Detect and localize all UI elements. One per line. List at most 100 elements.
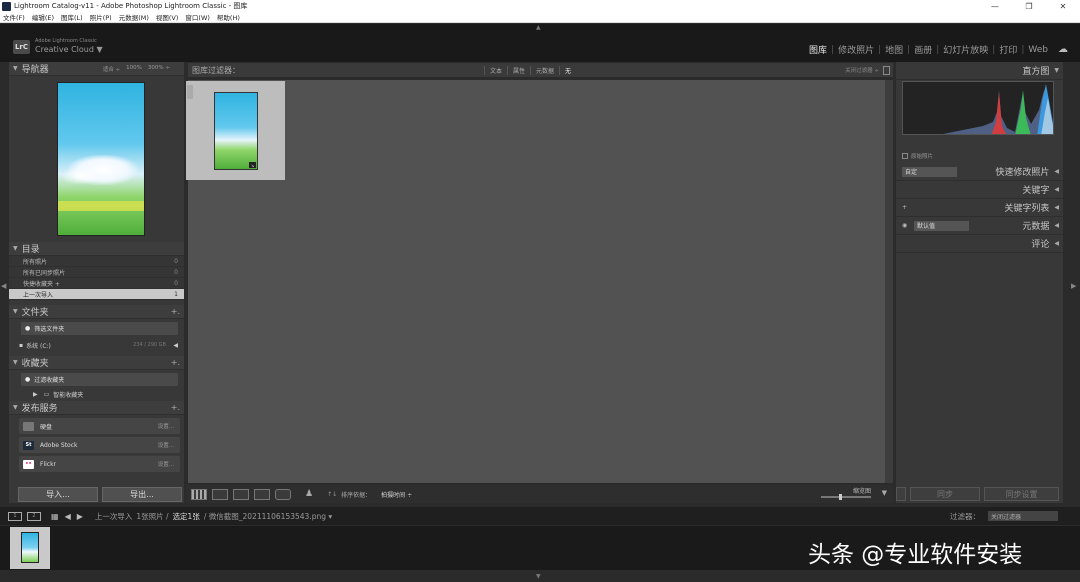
sort-dropdown[interactable]: 拍摄时间 ÷ <box>381 490 412 499</box>
publish-setup-link[interactable]: 设置... <box>158 460 174 468</box>
quick-develop-preset-dropdown[interactable]: 自定 <box>902 166 957 177</box>
publish-setup-link[interactable]: 设置... <box>158 441 174 449</box>
slider-knob[interactable] <box>839 494 842 500</box>
collections-header[interactable]: ▼ 收藏夹 +. <box>9 356 184 370</box>
compare-view-icon[interactable] <box>233 488 249 500</box>
export-button[interactable]: 导出... <box>102 487 182 502</box>
smart-collections-row[interactable]: ▶ ▭ 智能收藏夹 <box>19 388 180 400</box>
close-button[interactable]: ✕ <box>1046 0 1080 12</box>
comments-header[interactable]: 评论 ◀ <box>896 235 1063 253</box>
navigator-header[interactable]: ▼ 导航器 适合 ÷ 100% 300% ÷ <box>9 62 184 76</box>
zoom-100[interactable]: 100% <box>126 65 142 73</box>
thumbnail-size-slider[interactable] <box>821 494 871 500</box>
cloud-sync-icon[interactable]: ☁ <box>1058 44 1068 55</box>
grid-view-icon[interactable] <box>191 488 207 500</box>
breadcrumb-filename[interactable]: / 微信截图_20211106153543.png ▾ <box>204 511 332 522</box>
people-view-icon[interactable] <box>275 488 291 500</box>
menu-library[interactable]: 图库(L) <box>61 12 83 22</box>
filter-text[interactable]: 文本 <box>484 65 507 75</box>
expand-triangle-icon[interactable]: ▶ <box>33 391 38 398</box>
maximize-button[interactable]: ❐ <box>1012 0 1046 12</box>
metadata-header[interactable]: ◉ 默认值 元数据 ◀ <box>896 217 1063 235</box>
breadcrumb-source[interactable]: 上一次导入 <box>95 511 133 522</box>
module-slideshow[interactable]: 幻灯片放映 <box>939 43 992 56</box>
secondary-monitor-icon[interactable]: 2 <box>27 511 41 521</box>
original-photo-toggle[interactable]: 原始照片 <box>902 152 933 160</box>
menu-metadata[interactable]: 元数据(M) <box>119 12 149 22</box>
folders-header[interactable]: ▼ 文件夹 +. <box>9 305 184 319</box>
sort-direction-icon[interactable]: ↑↓ <box>327 491 337 498</box>
collapse-bottom-arrow-icon[interactable]: ▼ <box>536 573 541 580</box>
import-button[interactable]: 导入... <box>18 487 98 502</box>
menu-view[interactable]: 视图(V) <box>156 12 179 22</box>
module-map[interactable]: 地图 <box>881 43 907 56</box>
module-library[interactable]: 图库 <box>805 43 831 56</box>
zoom-fit[interactable]: 适合 ÷ <box>103 65 120 73</box>
add-publish-icon[interactable]: +. <box>171 403 180 412</box>
publish-header[interactable]: ▼ 发布服务 +. <box>9 401 184 415</box>
module-develop[interactable]: 修改照片 <box>834 43 878 56</box>
catalog-section: ▼ 目录 所有照片 0 所有已同步照片 0 快捷收藏夹 + 0 上一次导入 1 … <box>9 242 184 472</box>
photo-thumbnail[interactable]: ↘ <box>214 92 258 170</box>
menu-file[interactable]: 文件(F) <box>3 12 25 22</box>
lock-icon[interactable] <box>883 65 890 75</box>
module-book[interactable]: 画册 <box>910 43 936 56</box>
catalog-all-synced[interactable]: 所有已同步照片 0 <box>9 267 184 278</box>
menu-help[interactable]: 帮助(H) <box>217 12 240 22</box>
filter-attribute[interactable]: 属性 <box>507 65 530 75</box>
filter-dropdown[interactable]: 关闭过滤器 <box>988 511 1058 521</box>
volume-row[interactable]: ▪ 系统 (C:) 234 / 290 GB ◀ <box>19 339 180 351</box>
right-panel-toggle-icon[interactable]: ▶ <box>1071 282 1076 290</box>
module-web[interactable]: Web <box>1024 45 1052 55</box>
minimize-button[interactable]: — <box>978 0 1012 12</box>
keywording-header[interactable]: 关键字 ◀ <box>896 181 1063 199</box>
add-keyword-icon[interactable]: + <box>902 204 907 211</box>
menu-edit[interactable]: 编辑(E) <box>32 12 54 22</box>
filter-none[interactable]: 无 <box>559 65 576 75</box>
collapse-top-arrow-icon[interactable]: ▲ <box>536 24 541 31</box>
publish-setup-link[interactable]: 设置... <box>158 422 174 430</box>
folder-filter-input[interactable]: ● 筛选文件夹 <box>21 322 178 335</box>
filter-preset-dropdown[interactable]: 关闭过滤器 ÷ <box>845 66 879 74</box>
painter-spray-icon[interactable]: ♟ <box>305 489 313 499</box>
loupe-view-icon[interactable] <box>212 488 228 500</box>
brand-creative-cloud[interactable]: Creative Cloud ▼ <box>35 45 103 54</box>
toolbar-menu-icon[interactable]: ▼ <box>882 489 887 497</box>
grid-view[interactable] <box>188 80 885 483</box>
checkbox[interactable] <box>902 153 908 159</box>
expand-arrow-icon[interactable]: ◀ <box>173 342 178 349</box>
module-print[interactable]: 打印 <box>995 43 1021 56</box>
sync-toggle-icon[interactable] <box>896 487 906 501</box>
collection-filter-input[interactable]: ● 过滤收藏夹 <box>21 373 178 386</box>
add-collection-icon[interactable]: +. <box>171 358 180 367</box>
zoom-300[interactable]: 300% ÷ <box>148 65 170 73</box>
metadata-eye-icon[interactable]: ◉ <box>902 222 907 229</box>
histogram-header[interactable]: 直方图 ▼ <box>896 62 1063 80</box>
catalog-previous-import[interactable]: 上一次导入 1 <box>9 289 184 300</box>
quick-develop-header[interactable]: 自定 快速修改照片 ◀ <box>896 163 1063 181</box>
catalog-all-photos[interactable]: 所有照片 0 <box>9 256 184 267</box>
filter-metadata[interactable]: 元数据 <box>530 65 559 75</box>
publish-hard-drive[interactable]: 硬盘 设置... <box>19 418 180 434</box>
menu-photo[interactable]: 照片(P) <box>90 12 112 22</box>
breadcrumb[interactable]: 上一次导入 1张照片 / 选定1张 / 微信截图_20211106153543.… <box>95 511 332 522</box>
add-folder-icon[interactable]: +. <box>171 307 180 316</box>
grid-icon[interactable]: ▦ <box>51 512 59 521</box>
survey-view-icon[interactable] <box>254 488 270 500</box>
metadata-preset-dropdown[interactable]: 默认值 <box>914 220 969 231</box>
keyword-list-header[interactable]: + 关键字列表 ◀ <box>896 199 1063 217</box>
left-panel-toggle-icon[interactable]: ◀ <box>1 282 6 290</box>
sync-settings-button[interactable]: 同步设置 <box>984 487 1059 501</box>
forward-arrow-icon[interactable]: ▶ <box>77 512 83 521</box>
catalog-header[interactable]: ▼ 目录 <box>9 242 184 256</box>
publish-adobe-stock[interactable]: St Adobe Stock 设置... <box>19 437 180 453</box>
primary-monitor-icon[interactable]: 1 <box>8 511 22 521</box>
back-arrow-icon[interactable]: ◀ <box>65 512 71 521</box>
sync-button[interactable]: 同步 <box>910 487 980 501</box>
menu-window[interactable]: 窗口(W) <box>185 12 210 22</box>
catalog-quick-collection[interactable]: 快捷收藏夹 + 0 <box>9 278 184 289</box>
navigator-preview-image[interactable] <box>57 82 145 236</box>
publish-flickr[interactable]: •• Flickr 设置... <box>19 456 180 472</box>
grid-scrollbar[interactable] <box>885 80 893 483</box>
filmstrip-thumbnail[interactable] <box>10 527 50 569</box>
